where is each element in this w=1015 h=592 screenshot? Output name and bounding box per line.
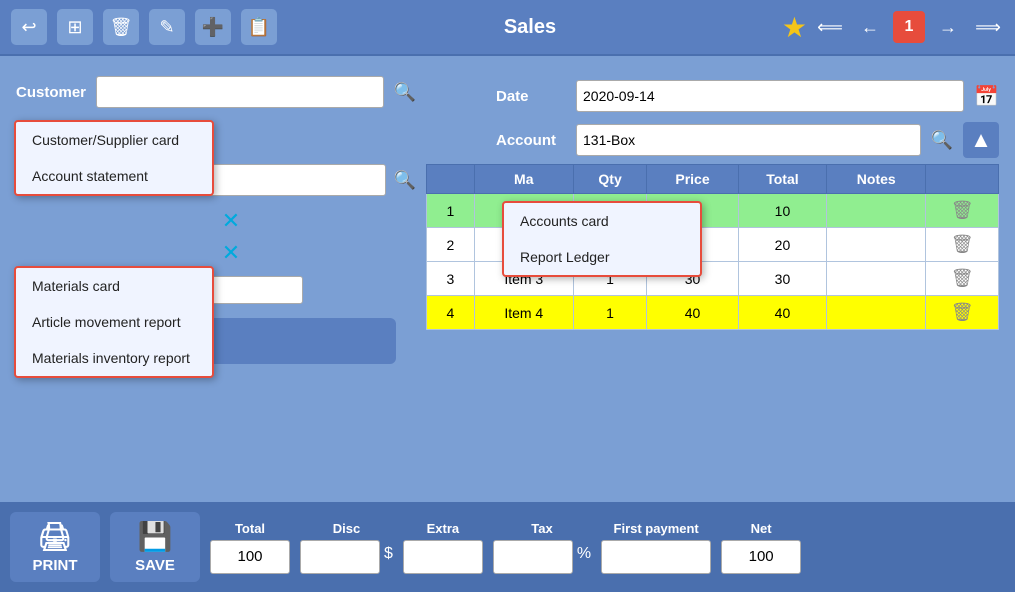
account-input[interactable] xyxy=(576,124,921,156)
material-clear-btn-1[interactable]: ✕ xyxy=(46,208,416,234)
row-num: 1 xyxy=(427,194,475,228)
row-delete[interactable]: 🗑 xyxy=(926,296,999,330)
nav-controls: ★ ⟸ ← 1 → ⟹ xyxy=(782,10,1005,44)
percent-icon: % xyxy=(577,545,591,569)
row-total: 20 xyxy=(738,228,826,262)
row-notes xyxy=(827,262,926,296)
account-chevron-up[interactable]: ▲ xyxy=(963,122,999,158)
extra-input[interactable] xyxy=(403,540,483,574)
delete-button[interactable]: 🗑 xyxy=(102,8,140,46)
tax-field: Tax % xyxy=(493,521,591,574)
row-price: 40 xyxy=(647,296,738,330)
totals-section: Total Disc $ Extra Tax % First payment xyxy=(210,521,801,574)
customer-dropdown: Customer/Supplier card Account statement xyxy=(14,120,214,196)
extra-label: Extra xyxy=(427,521,460,536)
back-button[interactable]: ↩ xyxy=(10,8,48,46)
col-notes: Notes xyxy=(827,165,926,194)
customer-search-button[interactable]: 🔍 xyxy=(394,82,416,103)
total-label: Total xyxy=(235,521,265,536)
copy-button[interactable]: 📋 xyxy=(240,8,278,46)
page-number: 1 xyxy=(893,11,925,43)
col-del xyxy=(926,165,999,194)
date-label: Date xyxy=(496,88,566,105)
row-delete[interactable]: 🗑 xyxy=(926,228,999,262)
row-total: 30 xyxy=(738,262,826,296)
row-total: 10 xyxy=(738,194,826,228)
nav-next[interactable]: → xyxy=(931,10,965,44)
net-input[interactable] xyxy=(721,540,801,574)
app-title: Sales xyxy=(286,16,774,39)
account-statement-item[interactable]: Account statement xyxy=(16,158,212,194)
row-num: 2 xyxy=(427,228,475,262)
total-input[interactable] xyxy=(210,540,290,574)
account-search-button[interactable]: 🔍 xyxy=(931,130,953,151)
col-ma: Ma xyxy=(474,165,573,194)
report-ledger-item[interactable]: Report Ledger xyxy=(504,239,700,275)
delete-row-button[interactable]: 🗑 xyxy=(951,302,974,323)
account-dropdown: Accounts card Report Ledger xyxy=(502,201,702,277)
row-num: 4 xyxy=(427,296,475,330)
account-label: Account xyxy=(496,132,566,149)
edit-button[interactable]: ✎ xyxy=(148,8,186,46)
materials-card-item[interactable]: Materials card xyxy=(16,268,212,304)
customer-input[interactable] xyxy=(96,76,384,108)
delete-row-button[interactable]: 🗑 xyxy=(951,200,974,221)
first-payment-input[interactable] xyxy=(601,540,711,574)
bottom-bar: 🖨 PRINT 💾 SAVE Total Disc $ Extra Tax % xyxy=(0,502,1015,592)
row-notes xyxy=(827,194,926,228)
extra-field: Extra xyxy=(403,521,483,574)
delete-row-button[interactable]: 🗑 xyxy=(951,234,974,255)
table-row: 4 Item 4 1 40 40 🗑 xyxy=(427,296,999,330)
row-total: 40 xyxy=(738,296,826,330)
tax-input[interactable] xyxy=(493,540,573,574)
net-field: Net xyxy=(721,521,801,574)
accounts-card-item[interactable]: Accounts card xyxy=(504,203,700,239)
row-qty: 1 xyxy=(573,296,646,330)
row-num: 3 xyxy=(427,262,475,296)
first-payment-label: First payment xyxy=(614,521,699,536)
tax-label: Tax xyxy=(531,521,552,536)
nav-next-next[interactable]: ⟹ xyxy=(971,10,1005,44)
favorite-icon[interactable]: ★ xyxy=(782,11,807,44)
toolbar: ↩ ⊞ 🗑 ✎ ➕ 📋 Sales ★ ⟸ ← 1 → ⟹ xyxy=(0,0,1015,56)
customer-label: Customer xyxy=(16,84,86,101)
col-num xyxy=(427,165,475,194)
nav-prev-prev[interactable]: ⟸ xyxy=(813,10,847,44)
row-notes xyxy=(827,228,926,262)
col-price: Price xyxy=(647,165,738,194)
customer-supplier-card-item[interactable]: Customer/Supplier card xyxy=(16,122,212,158)
total-field: Total xyxy=(210,521,290,574)
net-label: Net xyxy=(751,521,772,536)
disc-label: Disc xyxy=(333,521,360,536)
col-total: Total xyxy=(738,165,826,194)
date-input[interactable] xyxy=(576,80,964,112)
row-ma: Item 4 xyxy=(474,296,573,330)
material-clear-btn-2[interactable]: ✕ xyxy=(46,240,416,266)
first-payment-field: First payment xyxy=(601,521,711,574)
article-movement-item[interactable]: Article movement report xyxy=(16,304,212,340)
row-delete[interactable]: 🗑 xyxy=(926,194,999,228)
save-button[interactable]: 💾 SAVE xyxy=(110,512,200,582)
materials-inventory-item[interactable]: Materials inventory report xyxy=(16,340,212,376)
grid-button[interactable]: ⊞ xyxy=(56,8,94,46)
dollar-icon: $ xyxy=(384,545,393,569)
row-notes xyxy=(827,296,926,330)
row-delete[interactable]: 🗑 xyxy=(926,262,999,296)
material-dropdown: Materials card Article movement report M… xyxy=(14,266,214,378)
print-button[interactable]: 🖨 PRINT xyxy=(10,512,100,582)
col-qty: Qty xyxy=(573,165,646,194)
disc-field: Disc $ xyxy=(300,521,393,574)
delete-row-button[interactable]: 🗑 xyxy=(951,268,974,289)
date-picker-button[interactable]: 📅 xyxy=(974,84,999,109)
save-icon: 💾 xyxy=(138,520,173,553)
print-label: PRINT xyxy=(33,557,78,574)
nav-prev[interactable]: ← xyxy=(853,10,887,44)
disc-input[interactable] xyxy=(300,540,380,574)
add-new-button[interactable]: ➕ xyxy=(194,8,232,46)
main-area: Customer 🔍 Date 📅 ▼ Account 🔍 ▲ ▦ xyxy=(0,56,1015,564)
save-label: SAVE xyxy=(135,557,175,574)
print-icon: 🖨 xyxy=(37,520,73,553)
material-search-button[interactable]: 🔍 xyxy=(394,170,416,191)
